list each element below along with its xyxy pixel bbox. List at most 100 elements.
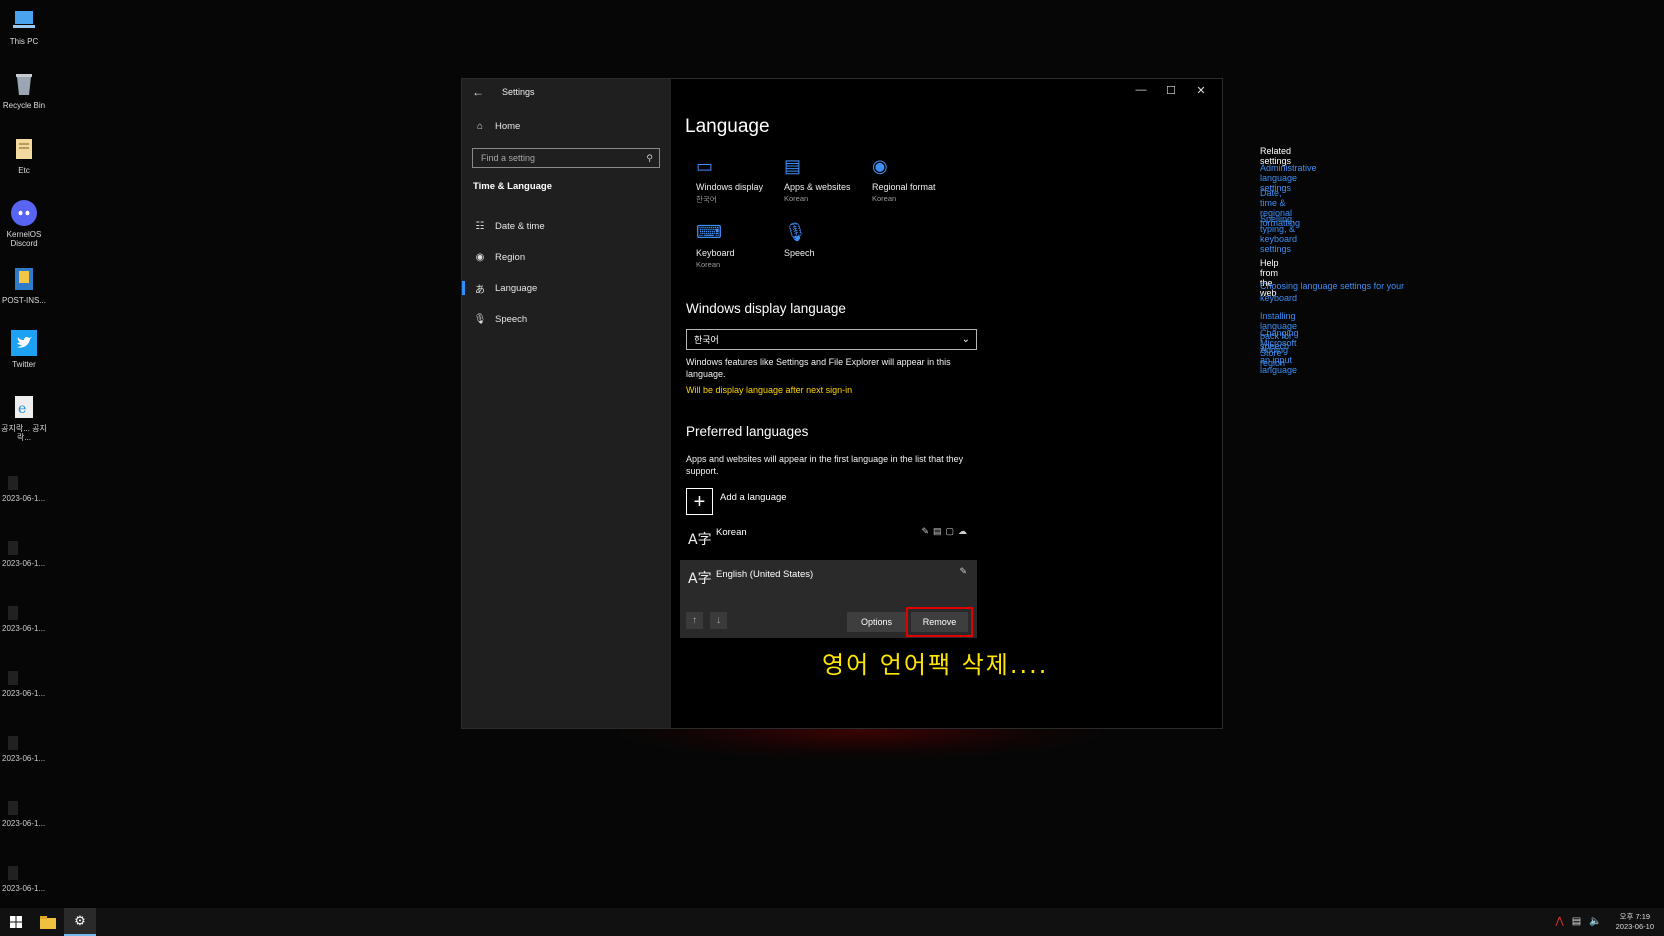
language-item-english[interactable]: A字 English (United States) ✎ ↑ ↓ Options… <box>680 560 977 638</box>
monitor-icon: ▭ <box>696 156 714 176</box>
desktop-icon-this-pc[interactable]: This PC <box>0 6 48 46</box>
nav-home[interactable]: ⌂ Home <box>462 112 671 140</box>
start-button[interactable] <box>0 908 32 936</box>
notification-icon[interactable]: ⋀ <box>1556 916 1564 927</box>
discord-icon <box>11 200 37 226</box>
desktop-file-item[interactable]: 2023-06-1... <box>2 736 45 763</box>
nav-date-time[interactable]: ☷ Date & time <box>462 212 671 240</box>
windows-logo-icon <box>10 916 22 928</box>
desktop-file-label: 2023-06-1... <box>2 559 46 568</box>
file-explorer-button[interactable] <box>32 908 64 936</box>
window-controls: — ☐ ✕ <box>1126 81 1216 99</box>
plus-icon: + <box>686 488 713 515</box>
twitter-icon <box>11 330 37 356</box>
section-heading: Time & Language <box>473 181 553 192</box>
chevron-down-icon: ⌄ <box>961 334 970 345</box>
desktop-icon-label: Twitter <box>12 360 36 369</box>
file-icon <box>8 801 18 815</box>
desktop-icon-post-install[interactable]: POST-INS... <box>0 265 48 305</box>
desktop-file-item[interactable]: 2023-06-1... <box>2 866 45 893</box>
microphone-icon: 🎙 <box>473 313 487 325</box>
desktop-file-item[interactable]: 2023-06-1... <box>2 671 45 698</box>
settings-taskbar-button[interactable]: ⚙ <box>64 908 96 936</box>
folder-icon <box>16 139 32 159</box>
network-icon[interactable]: ▤ <box>1572 916 1581 927</box>
add-language-label: Add a language <box>720 492 787 503</box>
desktop-file-label: 2023-06-1... <box>2 494 46 503</box>
move-up-button[interactable]: ↑ <box>686 612 703 629</box>
tile-keyboard[interactable]: ⌨ Keyboard Korean <box>696 220 776 269</box>
recycle-bin-icon <box>16 74 32 95</box>
search-icon: ⚲ <box>646 152 653 163</box>
display-language-notice: Will be display language after next sign… <box>686 385 853 395</box>
settings-main: — ☐ ✕ Language ▭ Windows display 한국어 ▤ A… <box>671 79 1404 728</box>
desktop-icon-shortcut[interactable]: e 공지락... 공지락... <box>0 393 48 442</box>
desktop-icon-twitter[interactable]: Twitter <box>0 329 48 369</box>
calendar-clock-icon: ☷ <box>475 220 485 232</box>
tile-regional-format[interactable]: ◉ Regional format Korean <box>872 154 952 203</box>
desktop-file-item[interactable]: 2023-06-1... <box>2 476 45 503</box>
computer-icon <box>13 11 35 28</box>
maximize-icon[interactable]: ☐ <box>1156 81 1186 99</box>
desktop-file-label: 2023-06-1... <box>2 819 46 828</box>
desktop-icon-label: KernelOS Discord <box>6 230 42 249</box>
internet-explorer-icon: e <box>15 396 33 418</box>
highlight-box <box>906 607 973 637</box>
help-link[interactable]: Adding an input language <box>1260 345 1297 375</box>
desktop-file-item[interactable]: 2023-06-1... <box>2 801 45 828</box>
back-arrow-icon[interactable]: ← <box>472 85 492 99</box>
app-title: Settings <box>502 87 535 97</box>
move-down-button[interactable]: ↓ <box>710 612 727 629</box>
nav-label: Date & time <box>495 220 545 232</box>
options-button[interactable]: Options <box>847 612 906 632</box>
select-value: 한국어 <box>694 335 719 345</box>
tile-label: Keyboard <box>696 248 735 258</box>
tile-speech[interactable]: 🎙 Speech <box>784 220 864 258</box>
display-feature-icon: ✎ <box>959 566 971 576</box>
tile-sub: Korean <box>696 260 721 269</box>
add-language-button[interactable]: + Add a language <box>686 488 787 515</box>
svg-text:e: e <box>18 401 26 417</box>
language-icon: あ <box>475 284 485 296</box>
nav-region[interactable]: ◉ Region <box>462 243 671 271</box>
tile-label: Apps & websites <box>784 182 851 192</box>
tile-label: Speech <box>784 248 815 258</box>
clock-time: 오후 7:19 <box>1619 912 1651 921</box>
related-link[interactable]: Spelling, typing, & keyboard settings <box>1260 214 1297 254</box>
tile-apps-websites[interactable]: ▤ Apps & websites Korean <box>784 154 864 203</box>
preferred-languages-description: Apps and websites will appear in the fir… <box>686 454 964 476</box>
clock[interactable]: 오후 7:19 2023-06-10 <box>1616 912 1654 932</box>
desktop-file-label: 2023-06-1... <box>2 689 46 698</box>
desktop-icon-kernelos-discord[interactable]: KernelOS Discord <box>0 199 48 248</box>
folder-icon <box>40 915 56 929</box>
desktop-icon-recycle-bin[interactable]: Recycle Bin <box>0 70 48 110</box>
minimize-icon[interactable]: — <box>1126 81 1156 99</box>
nav-language[interactable]: あ Language <box>462 274 671 302</box>
file-icon <box>8 866 18 880</box>
display-language-description: Windows features like Settings and File … <box>686 357 951 379</box>
nav-label: Home <box>495 120 521 132</box>
keyboard-icon: ⌨ <box>696 222 722 242</box>
volume-icon[interactable]: 🔈 <box>1589 916 1601 927</box>
desktop-icon-etc[interactable]: Etc <box>0 135 48 175</box>
language-name: Korean <box>716 527 747 538</box>
nav-speech[interactable]: 🎙 Speech <box>462 305 671 333</box>
desktop-file-label: 2023-06-1... <box>2 884 46 893</box>
desktop-file-label: 2023-06-1... <box>2 754 46 763</box>
help-link[interactable]: Choosing language settings for your keyb… <box>1260 281 1410 304</box>
tile-windows-display[interactable]: ▭ Windows display 한국어 <box>696 154 776 205</box>
display-language-heading: Windows display language <box>686 301 846 316</box>
desktop-file-item[interactable]: 2023-06-1... <box>2 541 45 568</box>
desktop-file-item[interactable]: 2023-06-1... <box>2 606 45 633</box>
language-glyph-icon: A字 <box>688 532 712 548</box>
microphone-icon: 🎙 <box>784 222 807 242</box>
settings-sidebar: ← Settings ⌂ Home Find a setting ⚲ Time … <box>462 79 671 728</box>
installer-icon <box>15 268 33 290</box>
close-icon[interactable]: ✕ <box>1186 81 1216 99</box>
taskbar: ⚙ ⋀ ▤ 🔈 오후 7:19 2023-06-10 <box>0 908 1664 936</box>
search-input[interactable]: Find a setting ⚲ <box>472 148 660 168</box>
home-icon: ⌂ <box>476 120 484 132</box>
tile-sub: Korean <box>784 194 809 203</box>
display-language-select[interactable]: 한국어 ⌄ <box>686 329 977 350</box>
language-item-korean[interactable]: A字 Korean ✎▤▢☁ <box>680 523 977 559</box>
